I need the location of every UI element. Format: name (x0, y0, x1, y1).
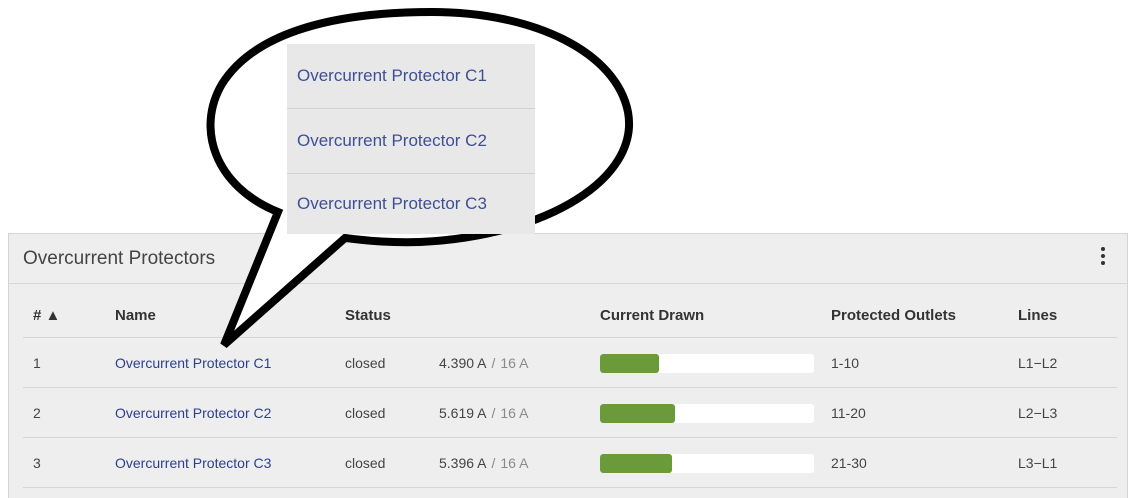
row-number: 3 (33, 455, 41, 471)
current-reading: 5.396 A / 16 A (439, 439, 528, 487)
rated-current: 16 A (500, 405, 529, 421)
rated-current: 16 A (500, 355, 529, 371)
protector-name-link[interactable]: Overcurrent Protector C1 (115, 355, 271, 371)
current-reading: 5.619 A / 16 A (439, 389, 528, 437)
protected-outlets: 21-30 (831, 455, 867, 471)
table-header: # ▲ Name Status Current Drawn Protected … (23, 294, 1117, 338)
overcurrent-protectors-panel: Overcurrent Protectors # ▲ Name Status C… (8, 233, 1128, 498)
panel-header: Overcurrent Protectors (9, 234, 1127, 284)
current-usage-fill (600, 353, 659, 373)
status-text: closed (345, 405, 386, 421)
protected-outlets: 1-10 (831, 355, 860, 371)
callout-name-list: Overcurrent Protector C1 Overcurrent Pro… (287, 44, 535, 234)
column-header-lines[interactable]: Lines (1018, 294, 1057, 337)
row-number: 1 (33, 355, 41, 371)
reading-separator: / (491, 355, 496, 371)
current-usage-bar (600, 353, 814, 373)
column-header-number[interactable]: # ▲ (33, 294, 60, 337)
lines-value: L3−L1 (1018, 455, 1058, 471)
table-row[interactable]: 1 Overcurrent Protector C1 closed 4.390 … (23, 339, 1117, 388)
callout-item[interactable]: Overcurrent Protector C2 (287, 109, 535, 174)
lines-value: L2−L3 (1018, 405, 1058, 421)
table-row[interactable]: 2 Overcurrent Protector C2 closed 5.619 … (23, 389, 1117, 438)
current-usage-fill (600, 453, 673, 473)
protector-name-link[interactable]: Overcurrent Protector C3 (115, 455, 271, 471)
column-header-name[interactable]: Name (115, 294, 156, 337)
panel-title: Overcurrent Protectors (23, 248, 216, 269)
column-header-protected-outlets[interactable]: Protected Outlets (831, 294, 956, 337)
callout-item[interactable]: Overcurrent Protector C3 (287, 174, 535, 234)
current-usage-fill (600, 403, 676, 423)
protected-outlets: 11-20 (831, 405, 866, 421)
rated-current: 16 A (500, 455, 529, 471)
callout-item[interactable]: Overcurrent Protector C1 (287, 44, 535, 109)
kebab-menu-icon[interactable] (1099, 247, 1107, 269)
current-usage-bar (600, 403, 814, 423)
current-usage-bar (600, 453, 814, 473)
status-text: closed (345, 455, 386, 471)
current-value: 5.619 A (439, 405, 487, 421)
table-row[interactable]: 3 Overcurrent Protector C3 closed 5.396 … (23, 439, 1117, 488)
lines-value: L1−L2 (1018, 355, 1058, 371)
reading-separator: / (491, 405, 496, 421)
current-value: 5.396 A (439, 455, 487, 471)
status-text: closed (345, 355, 386, 371)
current-reading: 4.390 A / 16 A (439, 339, 528, 387)
column-header-current-drawn[interactable]: Current Drawn (600, 294, 704, 337)
row-number: 2 (33, 405, 41, 421)
reading-separator: / (491, 455, 496, 471)
screenshot-stage: Overcurrent Protectors # ▲ Name Status C… (0, 0, 1129, 498)
current-value: 4.390 A (439, 355, 487, 371)
column-header-status[interactable]: Status (345, 294, 391, 337)
protector-name-link[interactable]: Overcurrent Protector C2 (115, 405, 271, 421)
